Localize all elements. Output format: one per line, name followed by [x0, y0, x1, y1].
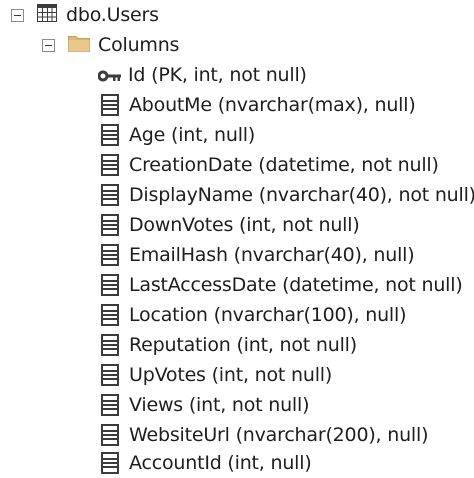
tree-node-column[interactable]: Id (PK, int, not null): [97, 60, 307, 90]
tree-node-columns-folder[interactable]: Columns: [42, 30, 179, 60]
collapse-toggle-icon[interactable]: [11, 8, 24, 22]
column-icon: [101, 452, 119, 474]
column-icon: [101, 244, 119, 266]
folder-icon: [68, 34, 90, 56]
tree-node-column[interactable]: Location (nvarchar(100), null): [101, 300, 407, 330]
tree-node-column[interactable]: WebsiteUrl (nvarchar(200), null): [101, 420, 428, 450]
tree-node-column[interactable]: EmailHash (nvarchar(40), null): [101, 240, 415, 270]
column-icon: [101, 184, 119, 206]
tree-node-column[interactable]: Age (int, null): [101, 120, 255, 150]
table-icon: [37, 4, 57, 26]
object-explorer-tree: dbo.Users Columns Id (PK, int, not null): [0, 0, 474, 477]
tree-node-column[interactable]: AccountId (int, null): [101, 448, 312, 478]
column-icon: [101, 304, 119, 326]
column-label: Reputation (int, not null): [129, 334, 357, 356]
column-label: DisplayName (nvarchar(40), not null): [129, 184, 474, 206]
column-icon: [101, 214, 119, 236]
column-label: UpVotes (int, not null): [129, 364, 333, 386]
key-icon: [97, 68, 122, 82]
column-label: EmailHash (nvarchar(40), null): [129, 244, 415, 266]
tree-node-column[interactable]: Views (int, not null): [101, 390, 310, 420]
column-icon: [101, 364, 119, 386]
table-node-label: dbo.Users: [66, 4, 159, 26]
tree-node-column[interactable]: LastAccessDate (datetime, not null): [101, 270, 463, 300]
column-label: Age (int, null): [129, 124, 256, 146]
column-label: CreationDate (datetime, not null): [129, 154, 439, 176]
column-icon: [101, 94, 119, 116]
column-label: WebsiteUrl (nvarchar(200), null): [129, 424, 429, 446]
column-icon: [101, 124, 119, 146]
tree-node-column[interactable]: DisplayName (nvarchar(40), not null): [101, 180, 474, 210]
column-label: Views (int, not null): [129, 394, 310, 416]
tree-node-column[interactable]: Reputation (int, not null): [101, 330, 357, 360]
column-icon: [101, 274, 119, 296]
column-label: DownVotes (int, not null): [129, 214, 360, 236]
column-label: AboutMe (nvarchar(max), null): [129, 94, 416, 116]
tree-node-column[interactable]: DownVotes (int, not null): [101, 210, 360, 240]
collapse-toggle-icon[interactable]: [42, 38, 55, 52]
tree-node-table[interactable]: dbo.Users: [11, 0, 159, 30]
tree-node-column[interactable]: UpVotes (int, not null): [101, 360, 332, 390]
column-label: Location (nvarchar(100), null): [129, 304, 407, 326]
column-label: Id (PK, int, not null): [128, 64, 307, 86]
column-label: LastAccessDate (datetime, not null): [129, 274, 463, 296]
column-icon: [101, 154, 119, 176]
column-label: AccountId (int, null): [129, 452, 312, 474]
tree-node-column[interactable]: AboutMe (nvarchar(max), null): [101, 90, 416, 120]
column-icon: [101, 424, 119, 446]
column-icon: [101, 334, 119, 356]
column-icon: [101, 394, 119, 416]
folder-node-label: Columns: [98, 34, 180, 56]
tree-node-column[interactable]: CreationDate (datetime, not null): [101, 150, 439, 180]
